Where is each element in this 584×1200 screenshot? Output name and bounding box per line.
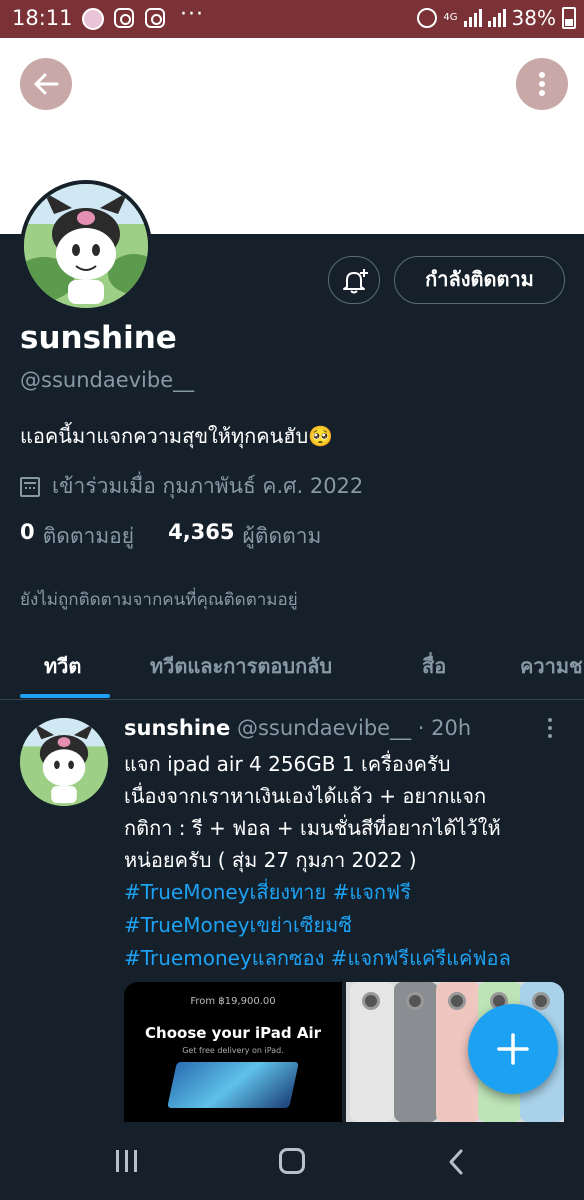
nav-back-icon[interactable]: [446, 1148, 466, 1176]
tab-tweets[interactable]: ทวีต: [44, 650, 81, 682]
battery-percent: 38%: [511, 6, 556, 30]
tweet-more-icon[interactable]: [548, 718, 554, 742]
hashtag-line[interactable]: #TrueMoneyเสี่ยงทาย #แจกฟรี: [124, 876, 574, 909]
home-icon[interactable]: [279, 1148, 305, 1174]
back-arrow-icon: [34, 73, 59, 95]
status-right: 4G 38%: [417, 6, 576, 30]
media-headline: Choose your iPad Air: [145, 1024, 321, 1042]
tab-tweets-replies[interactable]: ทวีตและการตอบกลับ: [150, 650, 332, 682]
more-vertical-icon: [539, 72, 545, 96]
instagram-icon: [114, 8, 134, 28]
signal-icon: [487, 9, 506, 27]
back-button[interactable]: [20, 58, 72, 110]
media-subtext: Get free delivery on iPad.: [182, 1046, 284, 1055]
profile-avatar[interactable]: [20, 180, 152, 312]
tweet-avatar[interactable]: [20, 718, 108, 806]
followers-count[interactable]: 4,365: [168, 520, 234, 553]
following-label[interactable]: ติดตามอยู่: [43, 520, 134, 553]
profile-tabs: ทวีต ทวีตและการตอบกลับ สื่อ ความชอ: [0, 630, 584, 700]
compose-tweet-button[interactable]: [468, 1004, 558, 1094]
kuromi-avatar-image: [20, 718, 108, 806]
alarm-icon: [417, 8, 438, 28]
tweet-media-image[interactable]: From ฿19,900.00 Choose your iPad Air Get…: [124, 982, 342, 1122]
bell-plus-icon: [343, 269, 368, 294]
tweet-line: แจก ipad air 4 256GB 1 เครื่องครับ: [124, 752, 451, 776]
calendar-icon: [20, 476, 40, 497]
more-options-button[interactable]: [516, 58, 568, 110]
ipad-gray-image: [394, 982, 438, 1122]
system-nav-bar: [0, 1126, 584, 1200]
compose-plus-icon: [497, 1033, 529, 1065]
tweet-line: หน่อยครับ ( สุ่ม 27 กุมภา 2022 ): [124, 848, 417, 872]
tweet-line: เนื่องจากเราหาเงินเองได้แล้ว + อยากแจก: [124, 784, 487, 808]
not-followed-note: ยังไม่ถูกติดตามจากคนที่คุณติดตามอยู่: [20, 590, 298, 610]
profile-handle: @ssundaevibe__: [20, 368, 195, 392]
tweet-author-name[interactable]: sunshine: [124, 716, 230, 740]
ipad-image: [167, 1062, 299, 1108]
tweet-line: กติกา : รี + ฟอล + เมนชั่นสีที่อยากได้ไว…: [124, 816, 501, 840]
recent-apps-icon[interactable]: [116, 1150, 137, 1172]
notify-bell-button[interactable]: [328, 256, 380, 304]
kuromi-avatar-image: [24, 184, 148, 308]
signal-icon: [463, 9, 482, 27]
following-count[interactable]: 0: [20, 520, 35, 553]
network-type: 4G: [443, 12, 458, 23]
active-tab-indicator: [20, 694, 110, 698]
tweet-meta: @ssundaevibe__ · 20h: [236, 716, 472, 740]
tab-likes[interactable]: ความชอ: [520, 650, 584, 682]
instagram-icon: [145, 8, 165, 28]
notification-avatar-icon: [82, 8, 104, 30]
joined-date: เข้าร่วมเมื่อ กุมภาพันธ์ ค.ศ. 2022: [20, 470, 363, 503]
more-notifications-icon: ···: [180, 2, 204, 27]
hashtag-line[interactable]: #Truemoneyแลกซอง #แจกฟรีแค่รีแค่ฟอล: [124, 942, 574, 975]
tweet-text: แจก ipad air 4 256GB 1 เครื่องครับ เนื่อ…: [124, 748, 574, 876]
media-price: From ฿19,900.00: [190, 996, 276, 1007]
tab-media[interactable]: สื่อ: [422, 650, 446, 682]
profile-bio: แอคนี้มาแจกความสุขให้ทุกคนฮับ🥺: [20, 424, 334, 448]
hashtag-line[interactable]: #TrueMoneyเขย่าเซียมซี: [124, 909, 574, 942]
follow-stats: 0 ติดตามอยู่ 4,365 ผู้ติดตาม: [20, 520, 321, 553]
ipad-silver-image: [350, 982, 394, 1122]
following-button[interactable]: กำลังติดตาม: [394, 256, 565, 304]
battery-icon: [562, 7, 576, 29]
joined-text: เข้าร่วมเมื่อ กุมภาพันธ์ ค.ศ. 2022: [52, 474, 364, 498]
profile-name: sunshine: [20, 320, 177, 356]
status-bar: 18:11 ··· 4G 38%: [0, 0, 584, 38]
tweet-header: sunshine @ssundaevibe__ · 20h: [124, 716, 471, 740]
followers-label[interactable]: ผู้ติดตาม: [243, 520, 322, 553]
status-time: 18:11: [12, 6, 73, 30]
tweet-hashtags: #TrueMoneyเสี่ยงทาย #แจกฟรี #TrueMoneyเข…: [124, 876, 574, 975]
